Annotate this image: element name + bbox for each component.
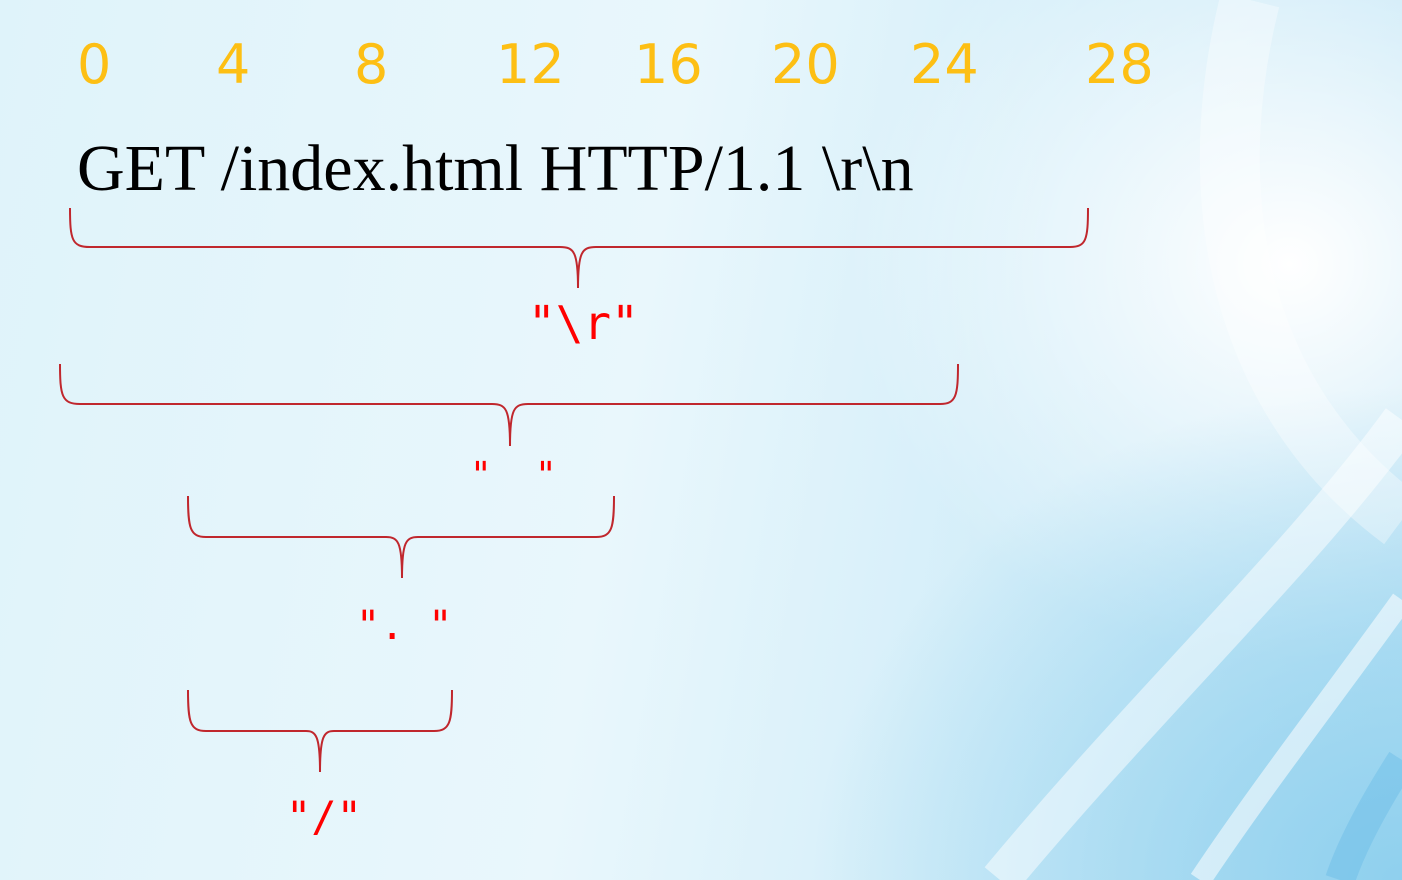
brace-slash [187, 689, 453, 773]
brace-cr [69, 207, 1089, 289]
brace-dot [187, 495, 615, 579]
split-braces [59, 207, 1089, 773]
delimiter-slash-label: "/" [286, 792, 362, 841]
delimiter-dot-label: ". " [356, 603, 453, 649]
delimiter-cr-label: "\r" [528, 296, 639, 350]
delimiter-space-label: " " [470, 455, 557, 496]
brace-space [59, 363, 959, 447]
